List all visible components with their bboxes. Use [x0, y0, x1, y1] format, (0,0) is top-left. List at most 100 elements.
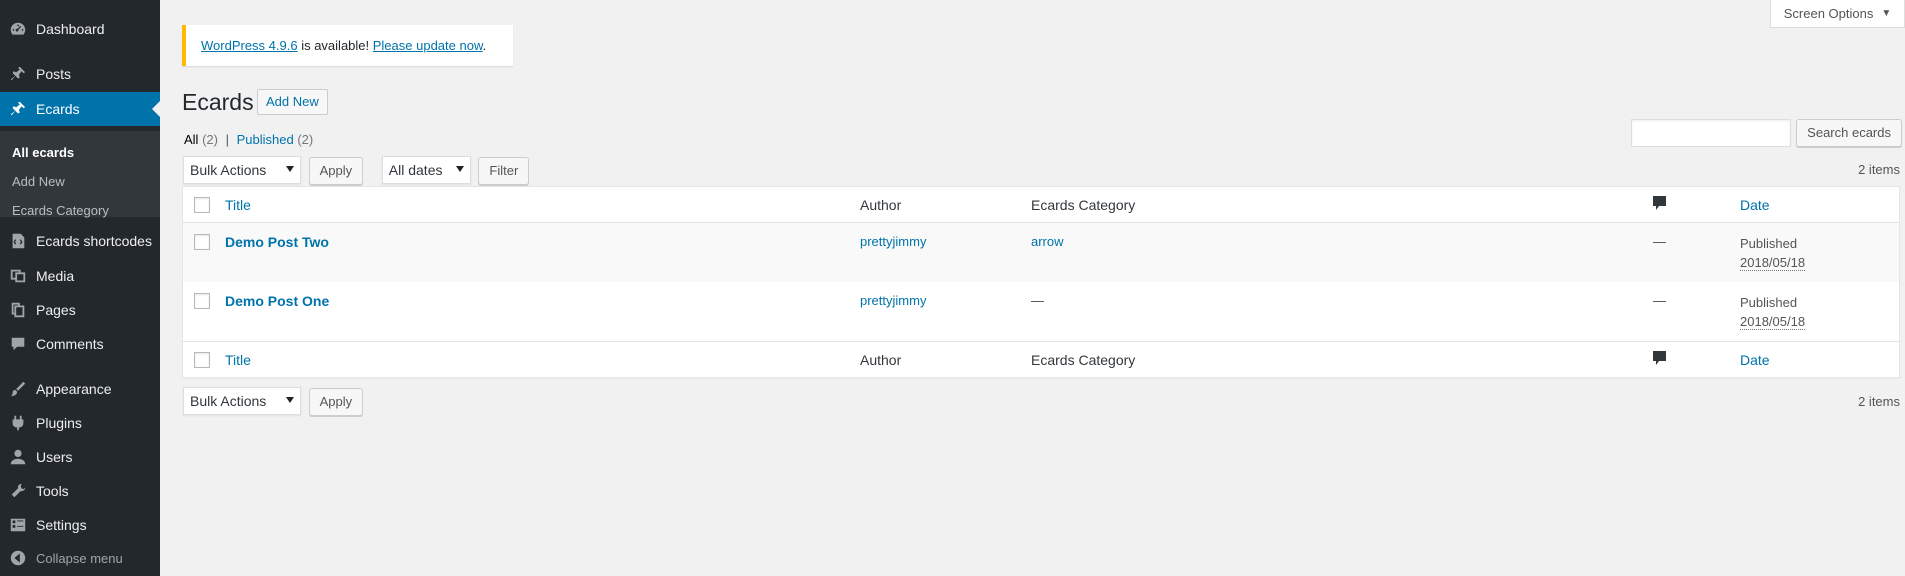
notice-end: .	[482, 38, 487, 53]
sidebar-item-label: Plugins	[36, 415, 82, 431]
brush-icon	[0, 380, 36, 398]
column-title-sort[interactable]: Title	[225, 197, 251, 213]
column-category-footer: Ecards Category	[1031, 351, 1136, 368]
sidebar-item-ecards[interactable]: Ecards	[0, 92, 160, 126]
sidebar-item-label: Users	[36, 449, 73, 465]
chevron-down-icon	[286, 166, 294, 172]
sidebar-item-dashboard[interactable]: Dashboard	[0, 12, 160, 46]
pin-icon	[0, 65, 36, 83]
row-checkbox[interactable]	[194, 293, 210, 309]
status-filters: All (2) | Published (2)	[184, 132, 313, 147]
collapse-menu-button[interactable]: Collapse menu	[0, 541, 160, 575]
sidebar-item-ecards-shortcodes[interactable]: Ecards shortcodes	[0, 224, 160, 258]
table-row: Demo Post Two prettyjimmy arrow — Publis…	[183, 223, 1899, 282]
sidebar-item-label: Ecards shortcodes	[36, 233, 152, 249]
apply-button-bottom[interactable]: Apply	[308, 388, 364, 416]
submenu-ecards-category[interactable]: Ecards Category	[0, 196, 160, 225]
comment-bubble-icon	[1653, 351, 1666, 365]
shortcode-icon	[0, 232, 36, 250]
bulk-actions-select-bottom[interactable]: Bulk Actions	[183, 387, 301, 415]
sidebar-item-appearance[interactable]: Appearance	[0, 372, 160, 406]
users-icon	[0, 448, 36, 466]
row-comments: —	[1653, 234, 1666, 249]
chevron-down-icon	[455, 166, 464, 172]
apply-button[interactable]: Apply	[308, 157, 364, 185]
column-date-sort[interactable]: Date	[1740, 197, 1770, 213]
row-author-link[interactable]: prettyjimmy	[860, 293, 926, 308]
row-comments: —	[1653, 293, 1666, 308]
wrench-icon	[0, 482, 36, 500]
ecards-table: Title Author Ecards Category Date Demo P…	[182, 186, 1900, 378]
page-title: Ecards	[182, 89, 254, 115]
collapse-menu-label: Collapse menu	[36, 550, 123, 566]
add-new-button[interactable]: Add New	[257, 89, 328, 115]
row-status: Published	[1740, 295, 1798, 310]
bulk-actions-select[interactable]: Bulk Actions	[183, 156, 301, 184]
comments-icon	[0, 335, 36, 353]
wordpress-version-link[interactable]: WordPress 4.9.6	[201, 38, 298, 53]
items-count-bottom: 2 items	[1858, 394, 1900, 409]
filter-all[interactable]: All (2)	[184, 132, 218, 147]
dashboard-icon	[0, 20, 36, 38]
column-author: Author	[860, 196, 902, 213]
dates-select[interactable]: All dates	[381, 156, 471, 184]
sidebar-item-posts[interactable]: Posts	[0, 57, 160, 91]
admin-sidebar: Dashboard Posts Ecards All ecards Add Ne…	[0, 0, 160, 576]
sidebar-item-plugins[interactable]: Plugins	[0, 406, 160, 440]
column-author-footer: Author	[860, 351, 902, 368]
sidebar-item-settings[interactable]: Settings	[0, 508, 160, 542]
column-date-sort-footer[interactable]: Date	[1740, 352, 1770, 368]
tablenav-top: Bulk Actions Apply All dates Filter	[183, 156, 530, 185]
row-checkbox[interactable]	[194, 234, 210, 250]
sidebar-item-tools[interactable]: Tools	[0, 474, 160, 508]
sidebar-item-label: Comments	[36, 336, 104, 352]
row-date: 2018/05/18	[1740, 314, 1806, 330]
row-title-link[interactable]: Demo Post Two	[225, 234, 329, 250]
filter-all-count: (2)	[202, 132, 218, 147]
filter-published-label: Published	[236, 132, 294, 147]
sidebar-item-label: Dashboard	[36, 21, 105, 37]
sidebar-item-label: Media	[36, 268, 75, 284]
sidebar-item-label: Settings	[36, 517, 87, 533]
bulk-actions-value: Bulk Actions	[190, 162, 267, 178]
update-now-link[interactable]: Please update now	[373, 38, 483, 53]
pages-icon	[0, 301, 36, 319]
screen-options-button[interactable]: Screen Options ▼	[1770, 0, 1905, 28]
filter-button[interactable]: Filter	[478, 157, 530, 185]
row-title-link[interactable]: Demo Post One	[225, 293, 329, 309]
main-content: Screen Options ▼ WordPress 4.9.6 is avai…	[160, 0, 1905, 576]
update-notice: WordPress 4.9.6 is available! Please upd…	[182, 25, 513, 66]
plugin-icon	[0, 414, 36, 432]
submenu-all-ecards[interactable]: All ecards	[0, 138, 160, 167]
table-row: Demo Post One prettyjimmy — — Published 2…	[183, 282, 1899, 341]
row-status: Published	[1740, 236, 1798, 251]
screen-options-label: Screen Options	[1783, 6, 1874, 21]
sidebar-item-label: Appearance	[36, 381, 112, 397]
select-all-checkbox-footer[interactable]	[194, 351, 210, 368]
search-input[interactable]	[1631, 119, 1792, 147]
sidebar-item-pages[interactable]: Pages	[0, 293, 160, 327]
search-box: Search ecards	[1631, 119, 1902, 147]
filter-all-label: All	[184, 132, 199, 147]
submenu-add-new[interactable]: Add New	[0, 167, 160, 196]
sidebar-item-label: Ecards	[36, 101, 80, 117]
table-footer: Title Author Ecards Category Date	[183, 341, 1899, 377]
column-title-sort-footer[interactable]: Title	[225, 352, 251, 368]
settings-icon	[0, 516, 36, 534]
sidebar-item-users[interactable]: Users	[0, 440, 160, 474]
sidebar-item-label: Pages	[36, 302, 76, 318]
select-all-checkbox[interactable]	[194, 196, 210, 213]
chevron-down-icon	[286, 397, 294, 403]
sidebar-item-media[interactable]: Media	[0, 259, 160, 293]
row-author-link[interactable]: prettyjimmy	[860, 234, 926, 249]
sidebar-item-label: Tools	[36, 483, 69, 499]
row-category-link[interactable]: arrow	[1031, 234, 1064, 249]
tablenav-bottom: Bulk Actions Apply	[183, 387, 364, 416]
sidebar-item-comments[interactable]: Comments	[0, 327, 160, 361]
filter-separator: |	[225, 132, 229, 147]
column-category: Ecards Category	[1031, 196, 1136, 213]
collapse-arrow-icon	[0, 549, 36, 567]
filter-published-count: (2)	[297, 132, 314, 147]
search-ecards-button[interactable]: Search ecards	[1796, 119, 1902, 147]
filter-published[interactable]: Published (2)	[237, 132, 314, 147]
